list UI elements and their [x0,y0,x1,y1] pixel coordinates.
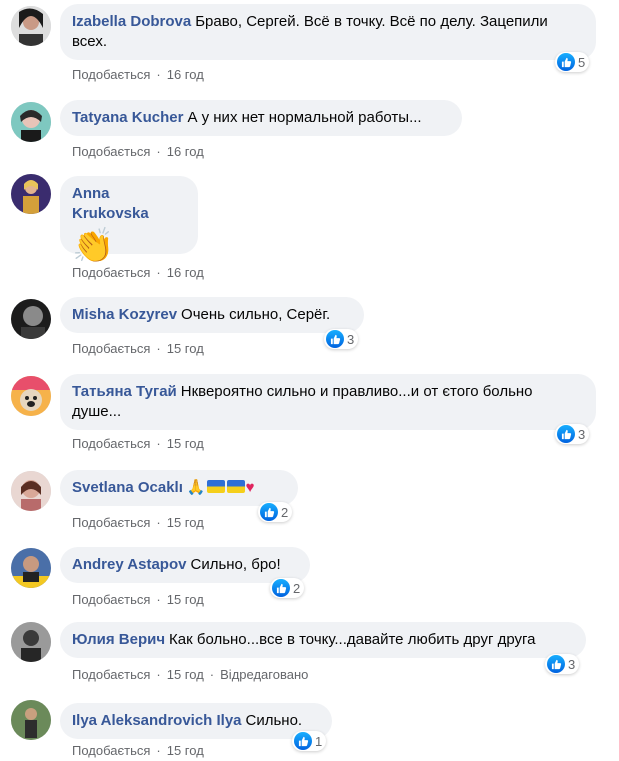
like-icon [294,732,312,750]
comment-bubble: Izabella Dobrova Браво, Сергей. Всё в точ… [60,4,596,60]
pray-emoji: 🙏 [186,479,206,496]
ukraine-flag-icon [226,480,245,493]
comment-text: А у них нет нормальной работы... [187,109,422,126]
timestamp[interactable]: 15 год [167,436,204,451]
author-name[interactable]: Tatyana Kucher [72,109,183,126]
comment-bubble: Anna Krukovska 👏 [60,176,198,265]
comment-bubble: Ilya Aleksandrovich Ilya Сильно. [60,703,332,739]
avatar[interactable] [11,700,51,740]
edited-label[interactable]: Відредаговано [220,667,308,682]
timestamp[interactable]: 15 год [167,515,204,530]
like-link[interactable]: Подобається [72,144,150,159]
like-icon [260,503,278,521]
author-name[interactable]: Татьяна Тугай [72,383,177,400]
clapping-emoji: 👏 [72,227,115,265]
like-link[interactable]: Подобається [72,667,150,682]
comment-meta: Подобається · 15 год [72,436,204,451]
like-link[interactable]: Подобається [72,67,150,82]
comment-meta: Подобається · 16 год [72,144,204,159]
comment-meta: Подобається · 16 год [72,67,204,82]
like-icon [326,330,344,348]
author-name[interactable]: Ilya Aleksandrovich Ilya [72,712,242,729]
reaction-count[interactable]: 1 [292,731,327,751]
comment-bubble: Misha Kozyrev Очень сильно, Серёг. [60,297,364,333]
reaction-count[interactable]: 2 [270,578,305,598]
comment-bubble: Татьяна Тугай Нквероятно сильно и правлив… [60,374,596,430]
reaction-count[interactable]: 2 [258,502,293,522]
timestamp[interactable]: 15 год [167,341,204,356]
like-icon [547,655,565,673]
comment-bubble: Svetlana Ocaklı 🙏 ♥ [60,470,298,506]
avatar[interactable] [11,622,51,662]
like-icon [272,579,290,597]
author-name[interactable]: Andrey Astapov [72,556,186,573]
timestamp[interactable]: 15 год [167,667,204,682]
like-link[interactable]: Подобається [72,592,150,607]
reaction-count[interactable]: 5 [555,52,590,72]
like-link[interactable]: Подобається [72,265,150,280]
avatar[interactable] [11,548,51,588]
avatar[interactable] [11,471,51,511]
comment-meta: Подобається · 15 год [72,743,204,758]
comment-bubble: Юлия Верич Как больно...все в точку...дав… [60,622,586,658]
author-name[interactable]: Anna Krukovska [72,185,149,222]
timestamp[interactable]: 16 год [167,144,204,159]
comment-text: Сильно. [245,712,303,729]
timestamp[interactable]: 15 год [167,592,204,607]
like-link[interactable]: Подобається [72,341,150,356]
avatar[interactable] [11,376,51,416]
comment-meta: Подобається · 15 год [72,592,204,607]
like-icon [557,425,575,443]
comment-text: Как больно...все в точку...давайте любит… [169,631,536,648]
timestamp[interactable]: 16 год [167,265,204,280]
avatar[interactable] [11,299,51,339]
like-link[interactable]: Подобається [72,743,150,758]
author-name[interactable]: Misha Kozyrev [72,306,177,323]
author-name[interactable]: Svetlana Ocaklı [72,479,183,496]
like-link[interactable]: Подобається [72,436,150,451]
author-name[interactable]: Izabella Dobrova [72,13,191,30]
reaction-count[interactable]: 3 [324,329,359,349]
avatar[interactable] [11,6,51,46]
comment-text: Сильно, бро! [190,556,281,573]
reaction-count[interactable]: 3 [545,654,580,674]
comment-text: Очень сильно, Серёг. [181,306,331,323]
timestamp[interactable]: 16 год [167,67,204,82]
comment-meta: Подобається · 15 год [72,341,204,356]
like-icon [557,53,575,71]
avatar[interactable] [11,174,51,214]
heart-icon: ♥ [245,479,255,496]
author-name[interactable]: Юлия Верич [72,631,165,648]
like-link[interactable]: Подобається [72,515,150,530]
comment-meta: Подобається · 15 год [72,515,204,530]
comment-bubble: Andrey Astapov Сильно, бро! [60,547,310,583]
ukraine-flag-icon [206,480,225,493]
comment-meta: Подобається · 15 год · Відредаговано [72,667,309,682]
comment-meta: Подобається · 16 год [72,265,204,280]
comment-bubble: Tatyana Kucher А у них нет нормальной раб… [60,100,462,136]
reaction-count[interactable]: 3 [555,424,590,444]
timestamp[interactable]: 15 год [167,743,204,758]
avatar[interactable] [11,102,51,142]
